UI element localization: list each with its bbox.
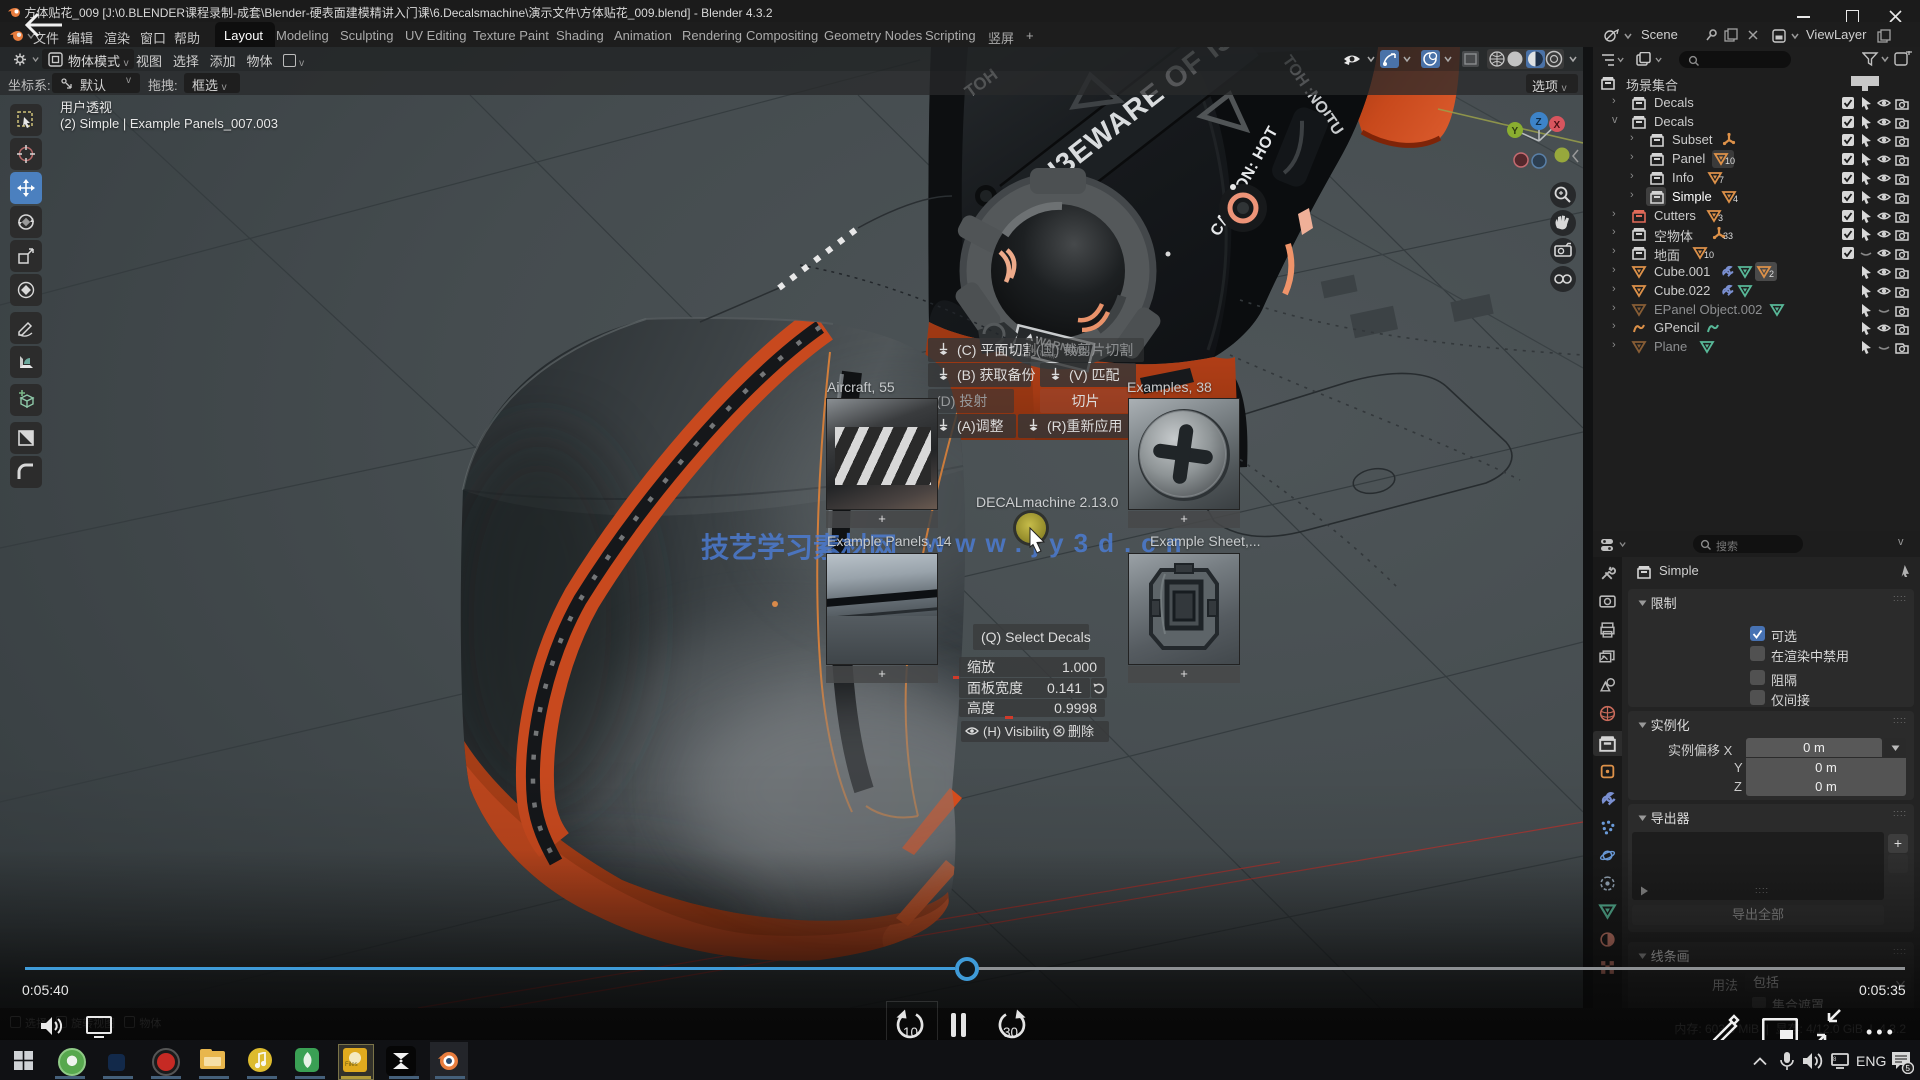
svg-text:30: 30 — [1003, 1025, 1018, 1040]
svg-text:8: 8 — [1833, 1057, 1837, 1063]
svg-text:5: 5 — [1906, 1064, 1911, 1073]
svg-text:10: 10 — [903, 1025, 918, 1040]
